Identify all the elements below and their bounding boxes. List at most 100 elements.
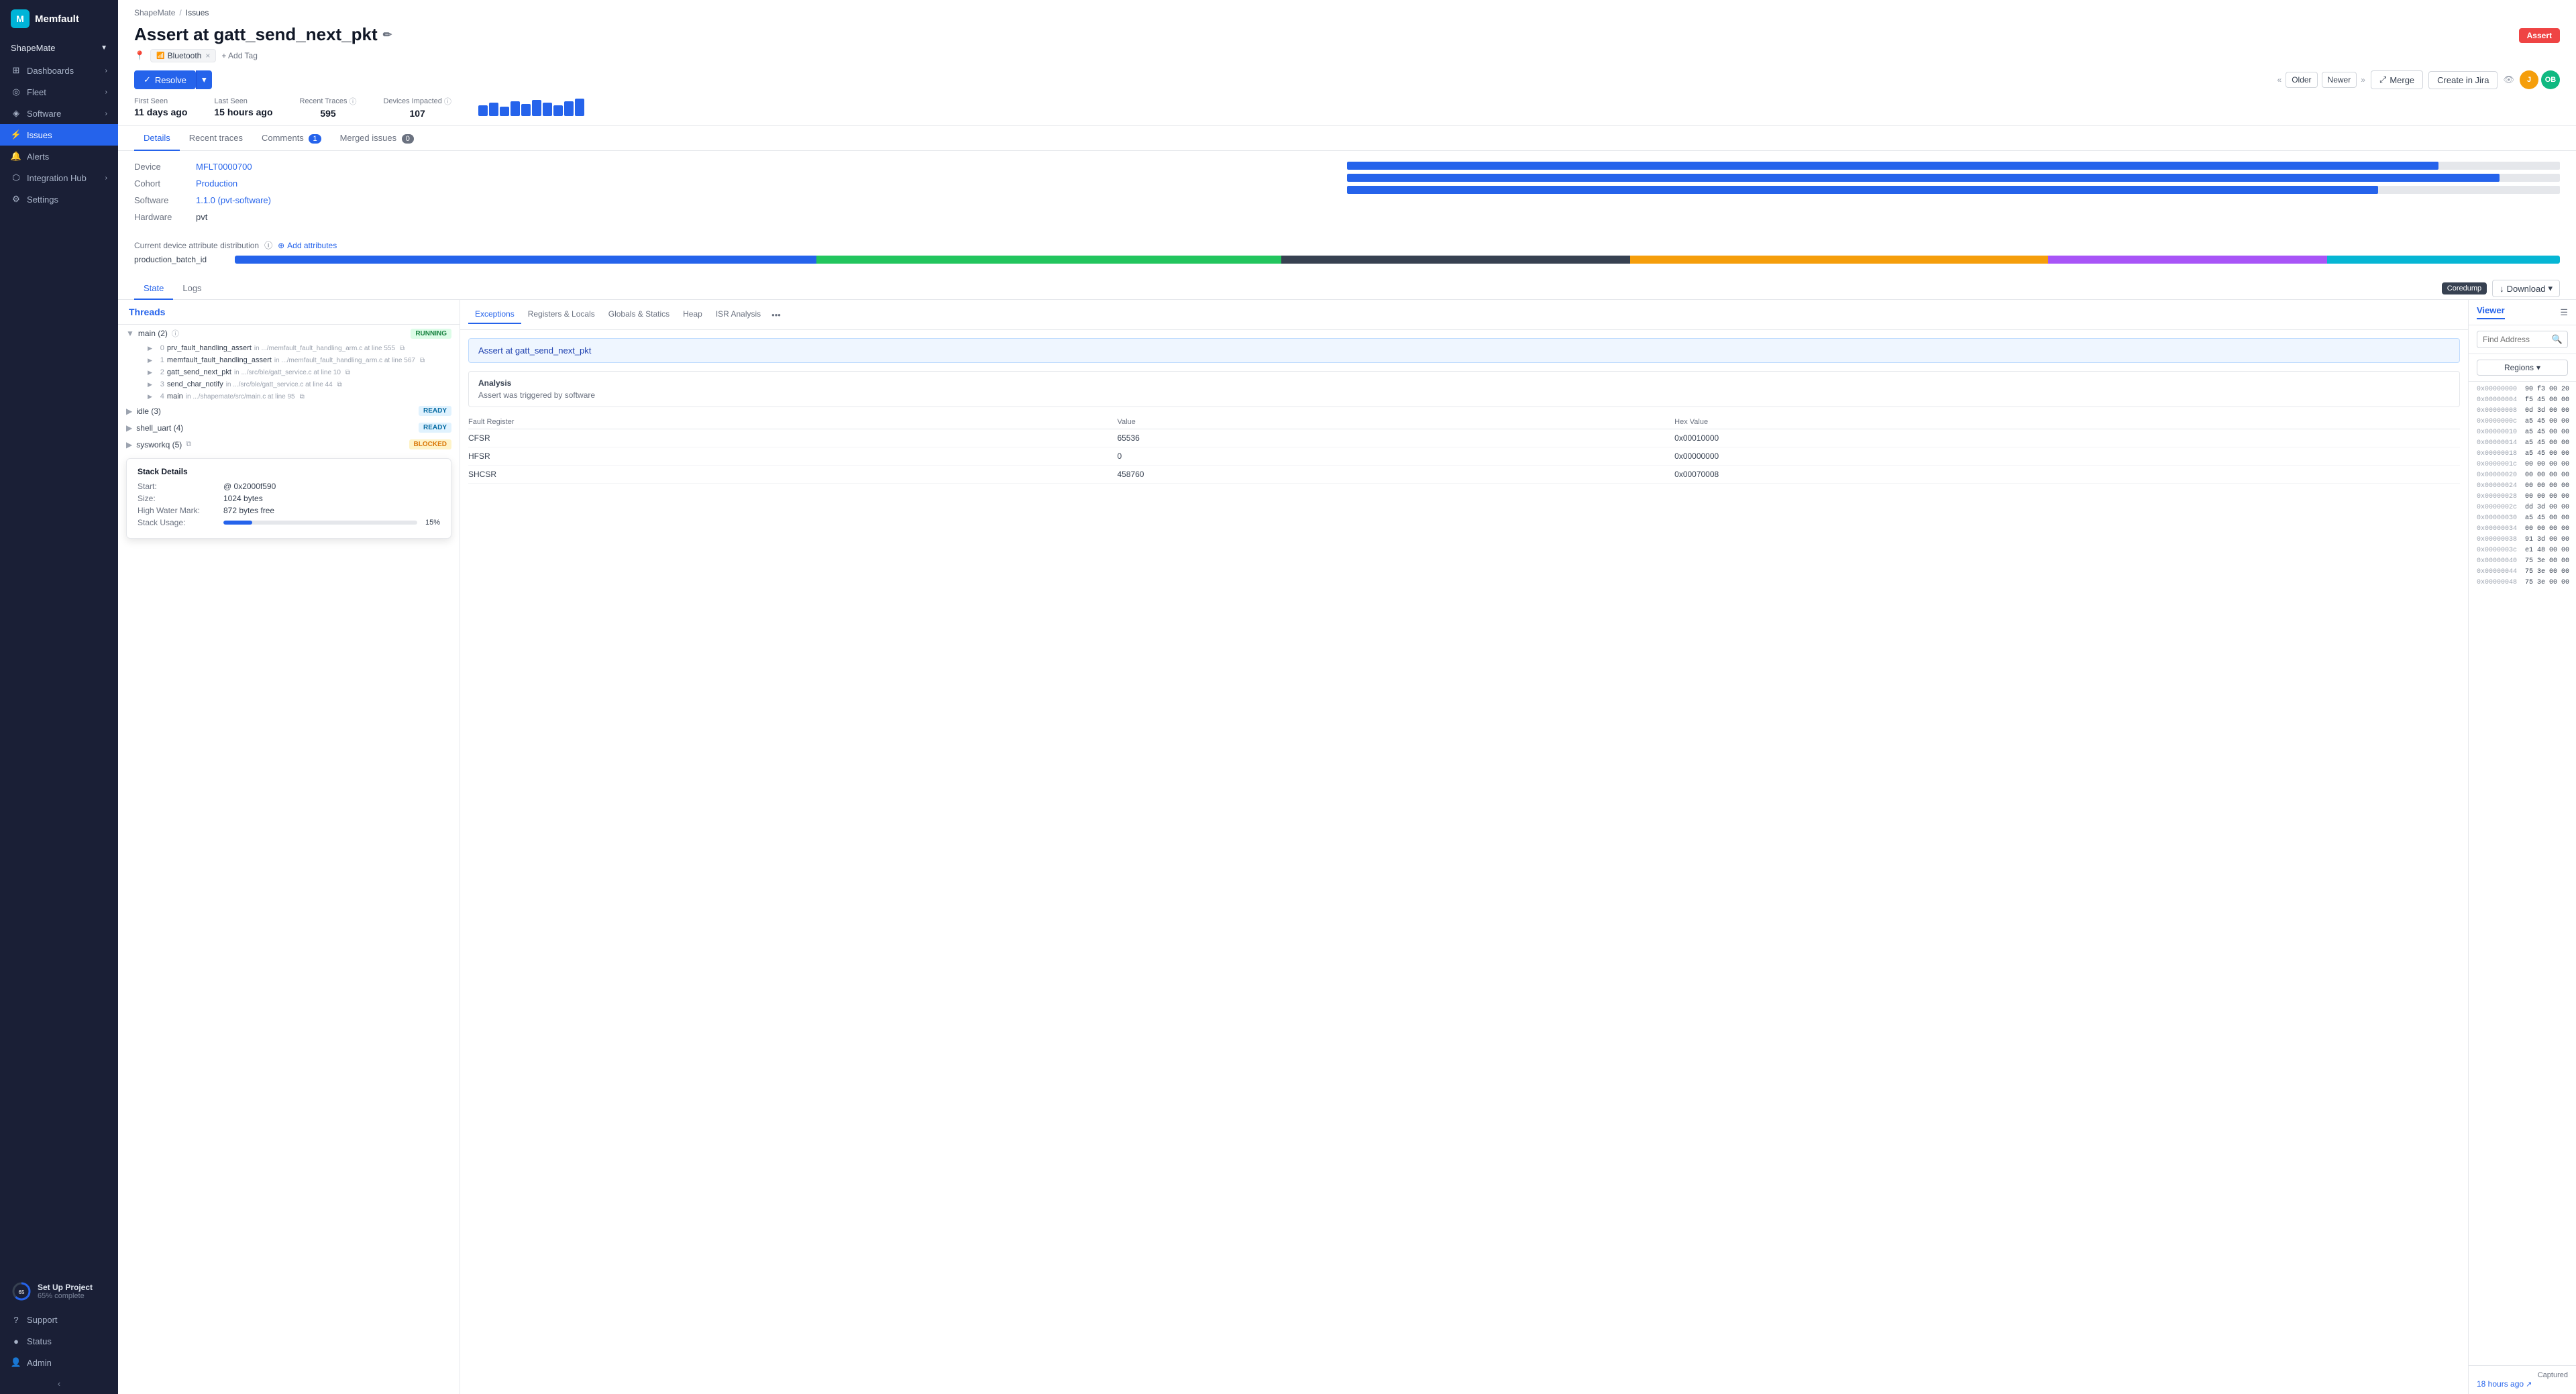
expand-icon: ▼ [126, 329, 134, 338]
merge-button[interactable]: ⤢ Merge [2371, 70, 2423, 89]
thread-frame-1[interactable]: ▶ 1 memfault_fault_handling_assert in ..… [118, 354, 460, 366]
sidebar-item-alerts[interactable]: 🔔 Alerts [0, 146, 118, 167]
edit-icon[interactable]: ✏ [383, 28, 392, 42]
eye-icon[interactable]: 👁 [2503, 74, 2514, 85]
attr-label: production_batch_id [134, 255, 228, 264]
inner-tab-state[interactable]: State [134, 278, 173, 300]
breadcrumb-org[interactable]: ShapeMate [134, 8, 175, 17]
frame-path5: in .../shapemate/src/main.c at line 95 [186, 393, 295, 400]
thread-frame-4[interactable]: ▶ 4 main in .../shapemate/src/main.c at … [118, 390, 460, 403]
exc-tab-heap[interactable]: Heap [676, 305, 709, 324]
thread-idle[interactable]: ▶ idle (3) READY [118, 403, 460, 419]
frame-path: in .../memfault_fault_handling_arm.c at … [254, 345, 395, 352]
thread-frame-2[interactable]: ▶ 2 gatt_send_next_pkt in .../src/ble/ga… [118, 366, 460, 378]
external-link-icon: ↗ [2526, 1380, 2532, 1389]
mem-row-9: 0x00000024 00 00 00 00 .... [2477, 481, 2568, 492]
copy-icon4[interactable]: ⧉ [337, 381, 342, 388]
add-tag-button[interactable]: + Add Tag [221, 51, 258, 60]
thread-shell-label: ▶ shell_uart (4) [126, 423, 183, 433]
mem-hex-7: 00 00 00 00 [2525, 460, 2569, 470]
sidebar-item-dashboards[interactable]: ⊞ Dashboards › [0, 60, 118, 81]
exceptions-content: Assert at gatt_send_next_pkt Analysis As… [460, 330, 2468, 1394]
mem-hex-9: 00 00 00 00 [2525, 481, 2569, 492]
regions-button[interactable]: Regions ▾ [2477, 360, 2568, 376]
mem-hex-6: a5 45 00 00 [2525, 449, 2569, 460]
add-attributes-button[interactable]: ⊕ Add attributes [278, 241, 337, 250]
copy-icon6[interactable]: ⧉ [186, 440, 191, 449]
avatar-ob[interactable]: OB [2541, 70, 2560, 89]
sidebar-item-support[interactable]: ? Support [0, 1309, 118, 1330]
stack-size-label: Size: [138, 494, 218, 503]
stack-hwm-value: 872 bytes free [223, 506, 274, 515]
setup-subtitle: 65% complete [38, 1292, 93, 1300]
exc-tab-registers[interactable]: Registers & Locals [521, 305, 602, 324]
create-jira-button[interactable]: Create in Jira [2428, 71, 2498, 89]
copy-icon2[interactable]: ⧉ [420, 357, 425, 364]
mem-addr-11: 0x0000002c [2477, 502, 2517, 513]
mem-row-7: 0x0000001c 00 00 00 00 .... [2477, 460, 2568, 470]
stack-usage-track [223, 521, 417, 525]
thread-sysworkq-label: ▶ sysworkq (5) ⧉ [126, 440, 191, 449]
fault-table: Fault Register Value Hex Value CFSR 6553… [468, 415, 2460, 484]
cohort-value[interactable]: Production [196, 178, 237, 189]
sidebar-item-issues[interactable]: ⚡ Issues [0, 124, 118, 146]
exc-tab-exceptions[interactable]: Exceptions [468, 305, 521, 324]
tab-recent-traces[interactable]: Recent traces [180, 126, 252, 151]
thread-main[interactable]: ▼ main (2) ⓘ RUNNING [118, 325, 460, 342]
inner-tab-logs[interactable]: Logs [173, 278, 211, 300]
older-button[interactable]: Older [2286, 72, 2317, 88]
sidebar-item-status[interactable]: ● Status [0, 1330, 118, 1352]
mem-addr-5: 0x00000014 [2477, 438, 2517, 449]
org-selector[interactable]: ShapeMate ▼ [0, 38, 118, 58]
tab-merged-issues[interactable]: Merged issues 0 [331, 126, 423, 151]
tag-close-icon[interactable]: × [205, 51, 210, 60]
copy-icon[interactable]: ⧉ [400, 345, 405, 352]
inner-tab-group: State Logs [134, 278, 211, 299]
stack-usage-row: Stack Usage: 15% [138, 518, 440, 527]
exc-tab-globals[interactable]: Globals & Statics [602, 305, 676, 324]
avatar-j[interactable]: J [2520, 70, 2538, 89]
attr-row-1: production_batch_id [134, 255, 2560, 264]
mem-row-3: 0x0000000c a5 45 00 00 .E.. [2477, 417, 2568, 427]
logo[interactable]: M Memfault [0, 0, 118, 38]
viewer-list-icon[interactable]: ☰ [2560, 307, 2568, 318]
software-value[interactable]: 1.1.0 (pvt-software) [196, 195, 271, 205]
resolve-button[interactable]: ✓ Resolve [134, 70, 196, 89]
search-icon: 🔍 [2552, 334, 2563, 345]
fault-row-shcsr: SHCSR 458760 0x00070008 [468, 466, 2460, 484]
trace-bar-2 [489, 103, 498, 116]
exc-tab-isr[interactable]: ISR Analysis [709, 305, 767, 324]
thread-frame-3[interactable]: ▶ 3 send_char_notify in .../src/ble/gatt… [118, 378, 460, 390]
sidebar-collapse-button[interactable]: ‹ [0, 1373, 118, 1394]
download-button[interactable]: ↓ Download ▾ [2492, 280, 2560, 297]
sidebar-item-integration-hub[interactable]: ⬡ Integration Hub › [0, 167, 118, 189]
device-value[interactable]: MFLT0000700 [196, 162, 252, 172]
captured-time[interactable]: 18 hours ago ↗ [2477, 1379, 2568, 1389]
attr-header-text: Current device attribute distribution [134, 241, 259, 250]
sidebar-item-fleet[interactable]: ◎ Fleet › [0, 81, 118, 103]
thread-sysworkq[interactable]: ▶ sysworkq (5) ⧉ BLOCKED [118, 436, 460, 453]
col-fault-register: Fault Register [468, 415, 1104, 429]
sidebar-item-software[interactable]: ◈ Software › [0, 103, 118, 124]
viewer-memory: 0x00000000 90 f3 00 20 . . . 0x00000004 … [2469, 382, 2576, 1365]
tab-details[interactable]: Details [134, 126, 180, 151]
stack-tooltip-title: Stack Details [138, 467, 440, 476]
resolve-dropdown-button[interactable]: ▾ [196, 70, 212, 89]
mem-row-18: 0x00000048 75 3e 00 00 u>.. [2477, 578, 2568, 588]
trace-bar-10 [575, 99, 584, 116]
thread-shell-uart[interactable]: ▶ shell_uart (4) READY [118, 419, 460, 436]
exc-more-button[interactable]: ••• [767, 306, 785, 324]
resolve-check-icon: ✓ [144, 74, 151, 85]
mem-row-14: 0x00000038 91 3d 00 00 .=.. [2477, 535, 2568, 545]
newer-button[interactable]: Newer [2322, 72, 2357, 88]
copy-icon3[interactable]: ⧉ [345, 369, 350, 376]
info-icon: ⓘ [349, 96, 356, 107]
thread-shell-badge: READY [419, 423, 451, 433]
thread-frame-0[interactable]: ▶ 0 prv_fault_handling_assert in .../mem… [118, 342, 460, 354]
setup-project[interactable]: 65 Set Up Project 65% complete [0, 1274, 118, 1309]
copy-icon5[interactable]: ⧉ [300, 393, 305, 400]
sidebar: M Memfault ShapeMate ▼ ⊞ Dashboards › ◎ … [0, 0, 118, 1394]
sidebar-item-admin[interactable]: 👤 Admin [0, 1352, 118, 1373]
sidebar-item-settings[interactable]: ⚙ Settings [0, 189, 118, 210]
tab-comments[interactable]: Comments 1 [252, 126, 331, 151]
